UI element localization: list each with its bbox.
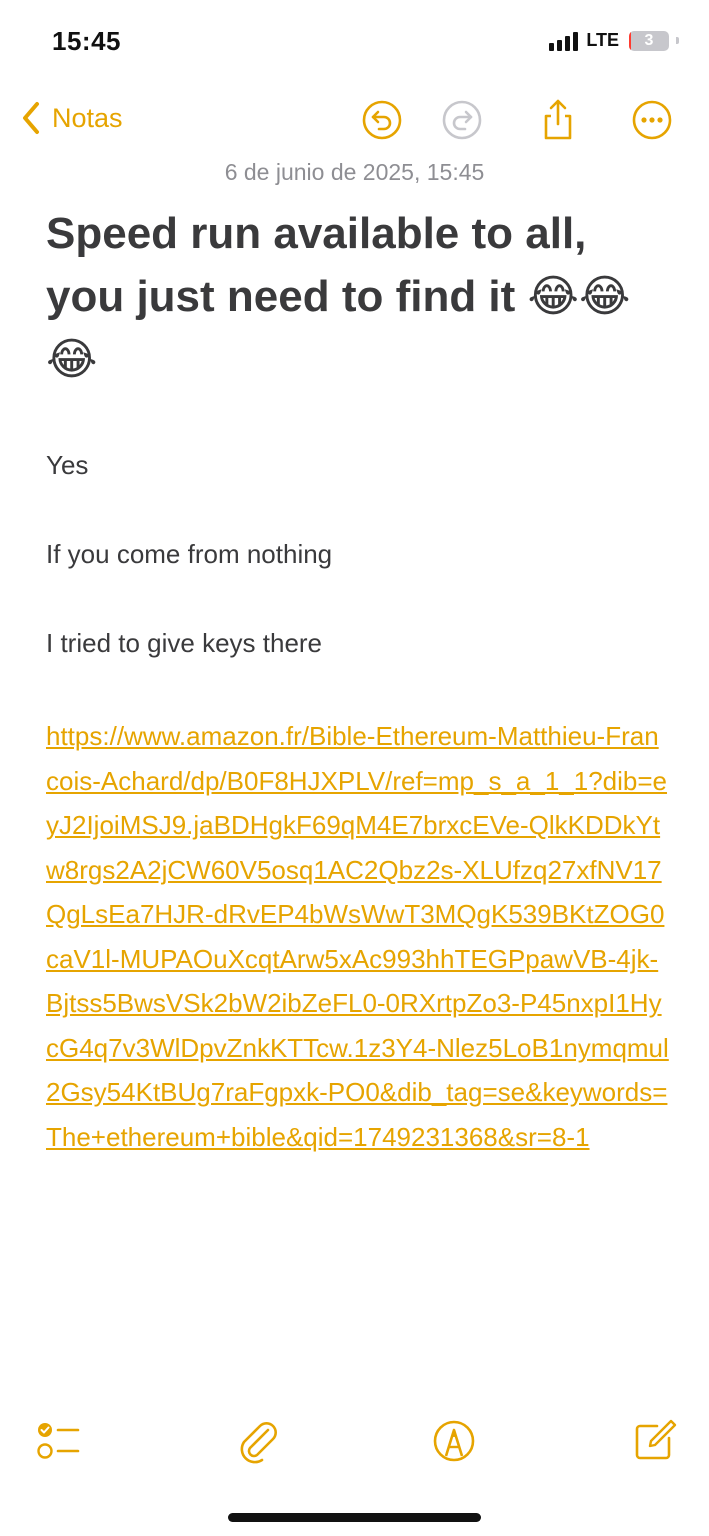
- note-title[interactable]: Speed run available to all, you just nee…: [46, 202, 671, 391]
- chevron-left-icon: [23, 102, 39, 134]
- attach-button[interactable]: [235, 1418, 281, 1464]
- redo-button[interactable]: [440, 98, 484, 142]
- note-line[interactable]: Yes: [46, 450, 671, 481]
- note-date: 6 de junio de 2025, 15:45: [224, 159, 485, 185]
- note-line[interactable]: I tried to give keys there: [46, 628, 671, 659]
- battery-icon: 3: [629, 30, 669, 51]
- share-button[interactable]: [536, 98, 580, 142]
- home-indicator[interactable]: [228, 1513, 481, 1522]
- more-icon: [632, 100, 672, 140]
- back-button[interactable]: Notas: [20, 100, 123, 136]
- network-type: LTE: [586, 30, 619, 50]
- markup-pen-icon: [433, 1420, 475, 1462]
- redo-icon: [442, 100, 482, 140]
- paperclip-icon: [240, 1422, 277, 1464]
- undo-button[interactable]: [360, 98, 404, 142]
- more-button[interactable]: [630, 98, 674, 142]
- share-icon: [544, 99, 572, 140]
- compose-icon: [635, 1419, 677, 1460]
- amazon-link[interactable]: https://www.amazon.fr/Bible-Ethereum-Mat…: [46, 714, 671, 1159]
- status-indicators: LTE 3: [549, 30, 679, 51]
- cellular-signal-icon: [549, 31, 579, 51]
- undo-icon: [362, 100, 402, 140]
- battery-level: 3: [644, 31, 654, 49]
- checklist-icon: [37, 1423, 80, 1459]
- status-time: 15:45: [52, 26, 121, 56]
- markup-button[interactable]: [431, 1418, 477, 1464]
- back-label: Notas: [52, 102, 123, 133]
- battery-fill: [629, 30, 632, 51]
- compose-button[interactable]: [631, 1418, 677, 1464]
- checklist-button[interactable]: [36, 1418, 82, 1464]
- note-line[interactable]: If you come from nothing: [46, 539, 671, 570]
- battery-cap: [676, 37, 679, 44]
